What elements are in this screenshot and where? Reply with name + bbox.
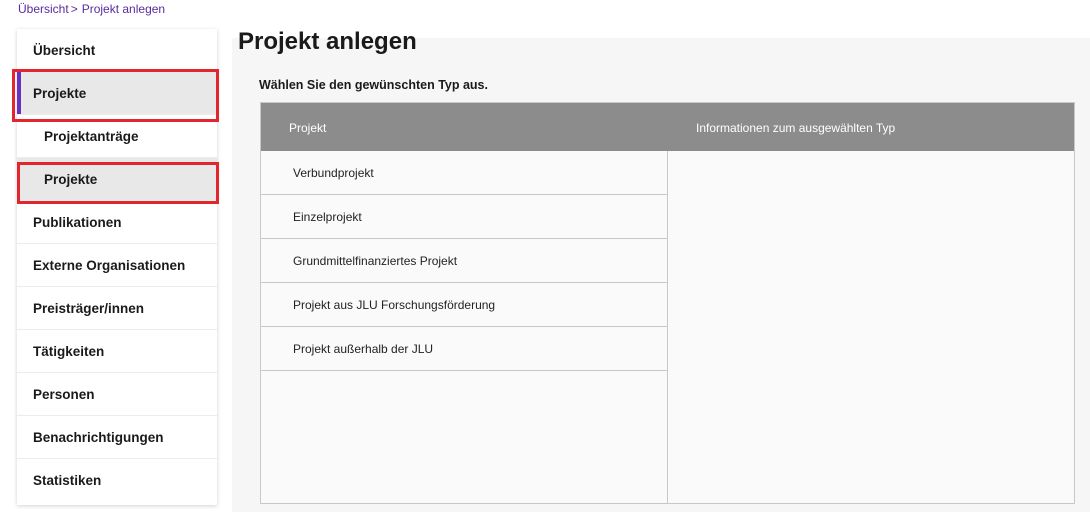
type-option-verbundprojekt[interactable]: Verbundprojekt xyxy=(261,151,667,195)
project-type-list: Verbundprojekt Einzelprojekt Grundmittel… xyxy=(261,151,668,503)
type-info-panel xyxy=(668,151,1074,503)
sidebar-nav: Übersicht Projekte Projektanträge Projek… xyxy=(17,29,217,505)
instruction-text: Wählen Sie den gewünschten Typ aus. xyxy=(259,78,488,92)
sidebar-item-preistraeger[interactable]: Preisträger/innen xyxy=(17,287,217,330)
sidebar-item-label: Projektanträge xyxy=(44,128,139,144)
sidebar-item-publikationen[interactable]: Publikationen xyxy=(17,201,217,244)
sidebar-item-label: Übersicht xyxy=(33,42,96,58)
sidebar-subitem-projektantraege[interactable]: Projektanträge xyxy=(17,115,217,158)
breadcrumb-current: Projekt anlegen xyxy=(81,2,166,16)
sidebar-item-label: Preisträger/innen xyxy=(33,300,145,316)
column-header-projekt: Projekt xyxy=(289,121,327,135)
sidebar-item-taetigkeiten[interactable]: Tätigkeiten xyxy=(17,330,217,373)
sidebar-item-projekte[interactable]: Projekte xyxy=(17,72,217,115)
sidebar-item-personen[interactable]: Personen xyxy=(17,373,217,416)
sidebar-item-label: Projekte xyxy=(33,85,87,101)
sidebar-item-benachrichtigungen[interactable]: Benachrichtigungen xyxy=(17,416,217,459)
sidebar-item-label: Benachrichtigungen xyxy=(33,429,164,445)
sidebar-item-label: Personen xyxy=(33,386,95,402)
sidebar-item-label: Tätigkeiten xyxy=(33,343,105,359)
sidebar-item-label: Externe Organisationen xyxy=(33,257,186,273)
breadcrumb-separator: > xyxy=(70,2,78,16)
type-option-jlu-forschungsfoerderung[interactable]: Projekt aus JLU Forschungsförderung xyxy=(261,283,667,327)
sidebar-item-externe-organisationen[interactable]: Externe Organisationen xyxy=(17,244,217,287)
table-header: Projekt Informationen zum ausgewählten T… xyxy=(261,103,1074,151)
sidebar-item-statistiken[interactable]: Statistiken xyxy=(17,459,217,502)
breadcrumb-home-link[interactable]: Übersicht xyxy=(18,2,69,16)
sidebar-item-label: Publikationen xyxy=(33,214,122,230)
type-option-ausserhalb-jlu[interactable]: Projekt außerhalb der JLU xyxy=(261,327,667,371)
page-title: Projekt anlegen xyxy=(238,28,417,55)
sidebar-item-label: Statistiken xyxy=(33,473,102,488)
sidebar-item-label: Projekte xyxy=(44,171,98,187)
type-option-grundmittelfinanziert[interactable]: Grundmittelfinanziertes Projekt xyxy=(261,239,667,283)
project-type-panel: Projekt Informationen zum ausgewählten T… xyxy=(260,102,1075,504)
type-option-einzelprojekt[interactable]: Einzelprojekt xyxy=(261,195,667,239)
column-header-informationen: Informationen zum ausgewählten Typ xyxy=(696,121,896,135)
breadcrumb: Übersicht > Projekt anlegen xyxy=(18,2,165,16)
sidebar-subitem-projekte[interactable]: Projekte xyxy=(17,158,217,201)
sidebar-item-uebersicht[interactable]: Übersicht xyxy=(17,29,217,72)
